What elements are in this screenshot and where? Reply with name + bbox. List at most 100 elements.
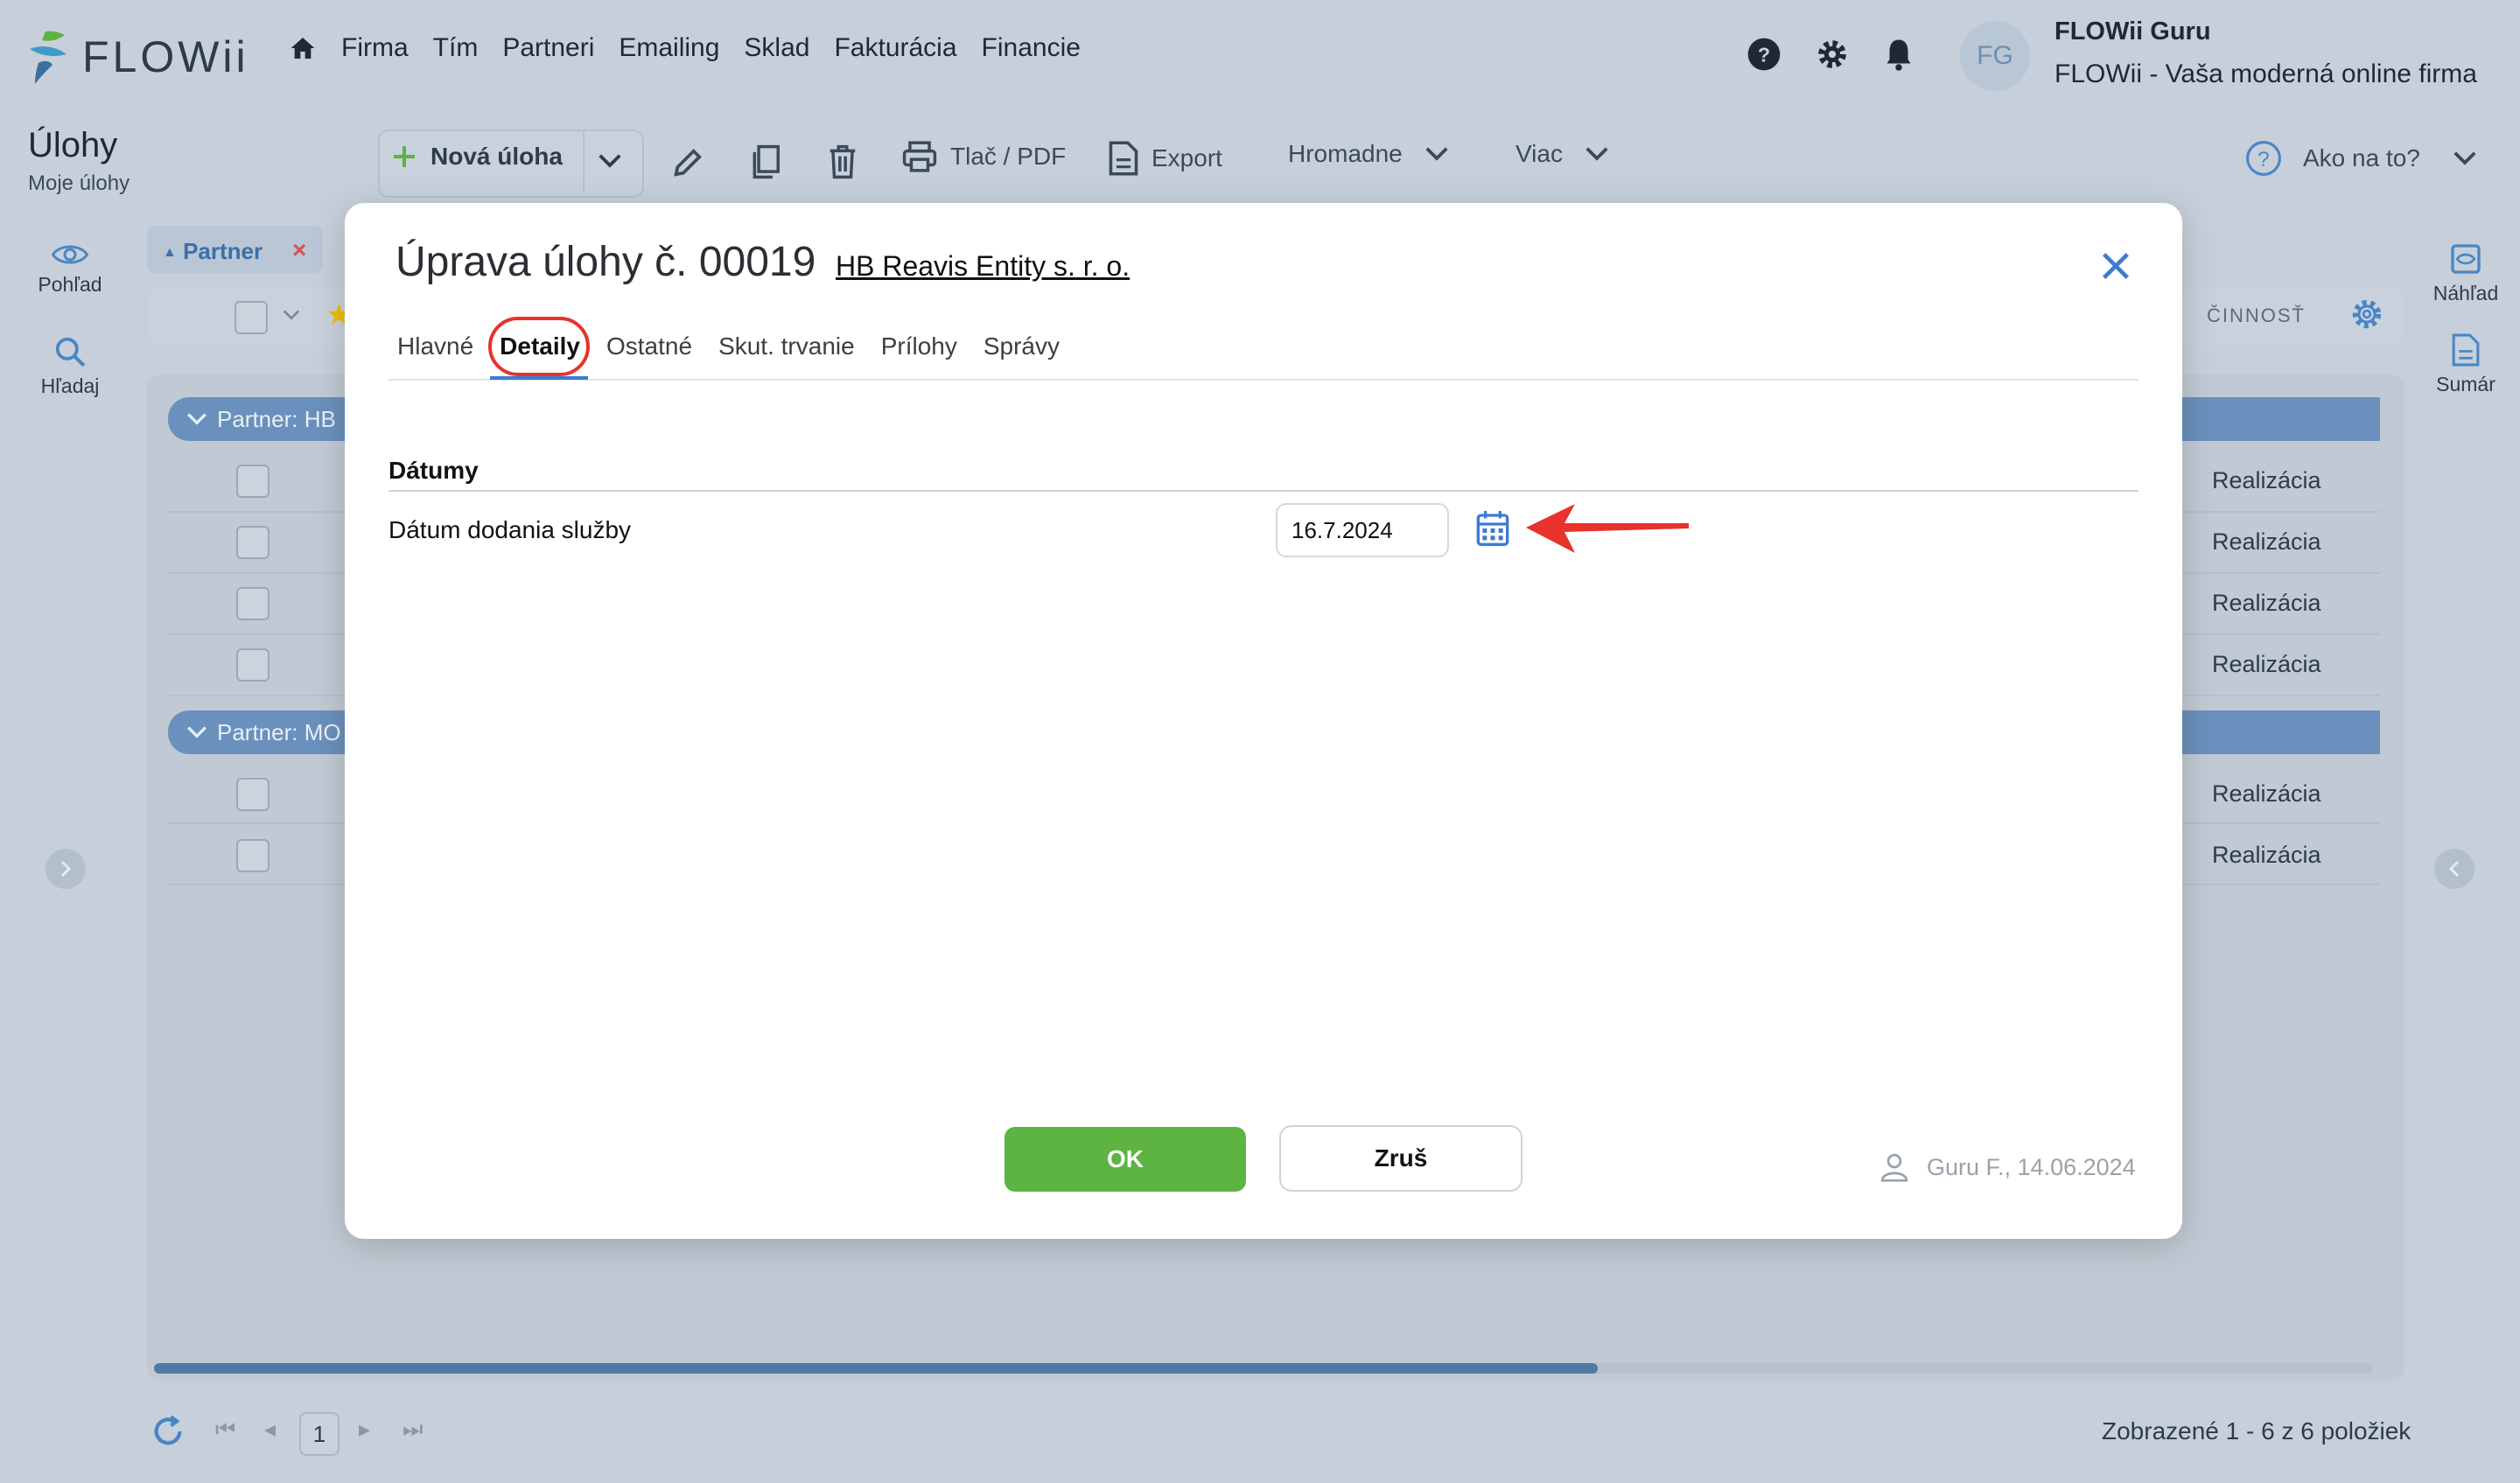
printer-icon [902,141,937,172]
summary-button[interactable]: Sumár [2422,332,2510,396]
annotation-arrow [1526,504,1689,553]
close-icon[interactable] [2098,248,2133,283]
pager-summary: Zobrazené 1 - 6 z 6 položiek [2102,1417,2412,1445]
plus-icon [394,146,415,167]
home-icon[interactable] [289,34,317,62]
more-label: Viac [1516,140,1563,167]
search-button[interactable]: Hľadaj [35,334,105,398]
summary-doc-icon [2452,333,2480,367]
group-label: Partner: MO [217,719,341,745]
partner-link[interactable]: HB Reavis Entity s. r. o. [836,250,1130,283]
nav-item-partneri[interactable]: Partneri [502,33,594,63]
tab-hlavne[interactable]: Hlavné [397,332,473,360]
chevron-down-icon [1425,147,1448,161]
bell-icon[interactable] [1883,37,1914,72]
flowii-logo[interactable]: FLOWii [26,26,249,87]
created-by-info: Guru F., 14.06.2024 [1927,1153,2136,1180]
activity-cell: Realizácia [2212,780,2321,807]
tab-skut-trvanie[interactable]: Skut. trvanie [718,332,855,360]
next-page-icon[interactable]: ▸ [359,1416,370,1443]
activity-cell: Realizácia [2212,590,2321,616]
search-label: Hľadaj [40,374,100,397]
row-checkbox[interactable] [236,778,270,811]
last-page-icon[interactable]: ⏭ [402,1416,423,1444]
remove-filter-icon[interactable]: × [292,236,306,264]
user-company: FLOWii - Vaša moderná online firma [2054,59,2477,88]
expand-right-button[interactable] [2434,849,2474,889]
preview-button[interactable]: Náhľad [2422,241,2510,305]
nav-item-emailing[interactable]: Emailing [619,33,719,63]
scrollbar-thumb[interactable] [154,1363,1598,1374]
nav-item-sklad[interactable]: Sklad [744,33,809,63]
annotation-circle [488,317,590,376]
user-name: FLOWii Guru [2054,17,2211,45]
chevron-down-icon[interactable] [282,308,301,322]
dialog-title: Úprava úlohy č. 00019 [396,239,816,285]
avatar[interactable]: FG [1960,21,2030,91]
split-divider [583,131,584,192]
activity-cell: Realizácia [2212,651,2321,677]
nav-item-fakturacia[interactable]: Fakturácia [834,33,956,63]
view-button[interactable]: Pohľad [35,241,105,297]
question-circle-icon: ? [2246,141,2281,176]
main-nav: Firma Tím Partneri Emailing Sklad Faktur… [289,33,1081,63]
dialog-footer: Guru F., 14.06.2024 [1880,1151,2136,1183]
user-icon [1880,1153,1908,1182]
refresh-icon[interactable] [150,1414,186,1449]
copy-icon[interactable] [749,143,782,180]
pencil-icon[interactable] [670,145,705,180]
chevron-right-icon [60,860,72,878]
more-dropdown[interactable]: Viac [1516,140,1610,168]
group-label: Partner: HB [217,406,336,432]
search-icon [55,337,86,367]
tab-prilohy[interactable]: Prílohy [881,332,957,360]
page-title: Úlohy [28,126,118,164]
chevron-down-icon[interactable] [186,724,208,740]
help-icon[interactable]: ? [1746,37,1782,72]
svg-text:?: ? [2258,148,2270,171]
column-header-activity: ČINNOSŤ [2207,304,2306,326]
tab-ostatne[interactable]: Ostatné [606,332,692,360]
nav-item-financie[interactable]: Financie [982,33,1081,63]
bulk-label: Hromadne [1288,140,1403,167]
print-button[interactable]: Tlač / PDF [901,140,1066,173]
chevron-down-icon [1586,147,1608,161]
export-label: Export [1152,144,1222,171]
ok-button[interactable]: OK [1004,1127,1246,1192]
active-tab-indicator [490,376,588,380]
row-checkbox[interactable] [236,465,270,498]
select-all-checkbox[interactable] [234,301,268,334]
bulk-dropdown[interactable]: Hromadne [1288,140,1450,168]
tabs-divider [388,379,2138,381]
first-page-icon[interactable]: ⏮ [215,1416,235,1444]
activity-cell: Realizácia [2212,842,2321,868]
svg-text:?: ? [1758,43,1770,66]
summary-label: Sumár [2436,373,2496,395]
current-page[interactable]: 1 [299,1412,340,1456]
nav-item-firma[interactable]: Firma [341,33,409,63]
new-task-label: Nová úloha [430,143,563,170]
cancel-button[interactable]: Zruš [1279,1125,1522,1192]
column-settings-gear-icon[interactable] [2348,296,2385,332]
row-checkbox[interactable] [236,526,270,559]
section-divider [388,490,2138,492]
new-task-button[interactable]: Nová úloha [390,143,563,171]
section-title: Dátumy [388,457,479,484]
view-label: Pohľad [38,273,102,296]
help-dropdown[interactable]: ? Ako na to? [2245,140,2478,177]
row-checkbox[interactable] [236,587,270,620]
flowii-logo-icon [30,31,66,84]
gear-icon[interactable] [1815,37,1850,72]
export-button[interactable]: Export [1108,140,1222,177]
tab-spravy[interactable]: Správy [984,332,1060,360]
delivery-date-input[interactable]: 16.7.2024 [1276,503,1449,557]
trash-icon[interactable] [826,143,859,180]
calendar-icon[interactable] [1475,509,1510,548]
nav-item-tim[interactable]: Tím [433,33,479,63]
row-checkbox[interactable] [236,648,270,682]
expand-left-button[interactable] [46,849,86,889]
chevron-down-icon[interactable] [186,411,208,427]
row-checkbox[interactable] [236,839,270,872]
chevron-down-icon[interactable] [597,150,623,171]
prev-page-icon[interactable]: ◂ [264,1416,276,1443]
